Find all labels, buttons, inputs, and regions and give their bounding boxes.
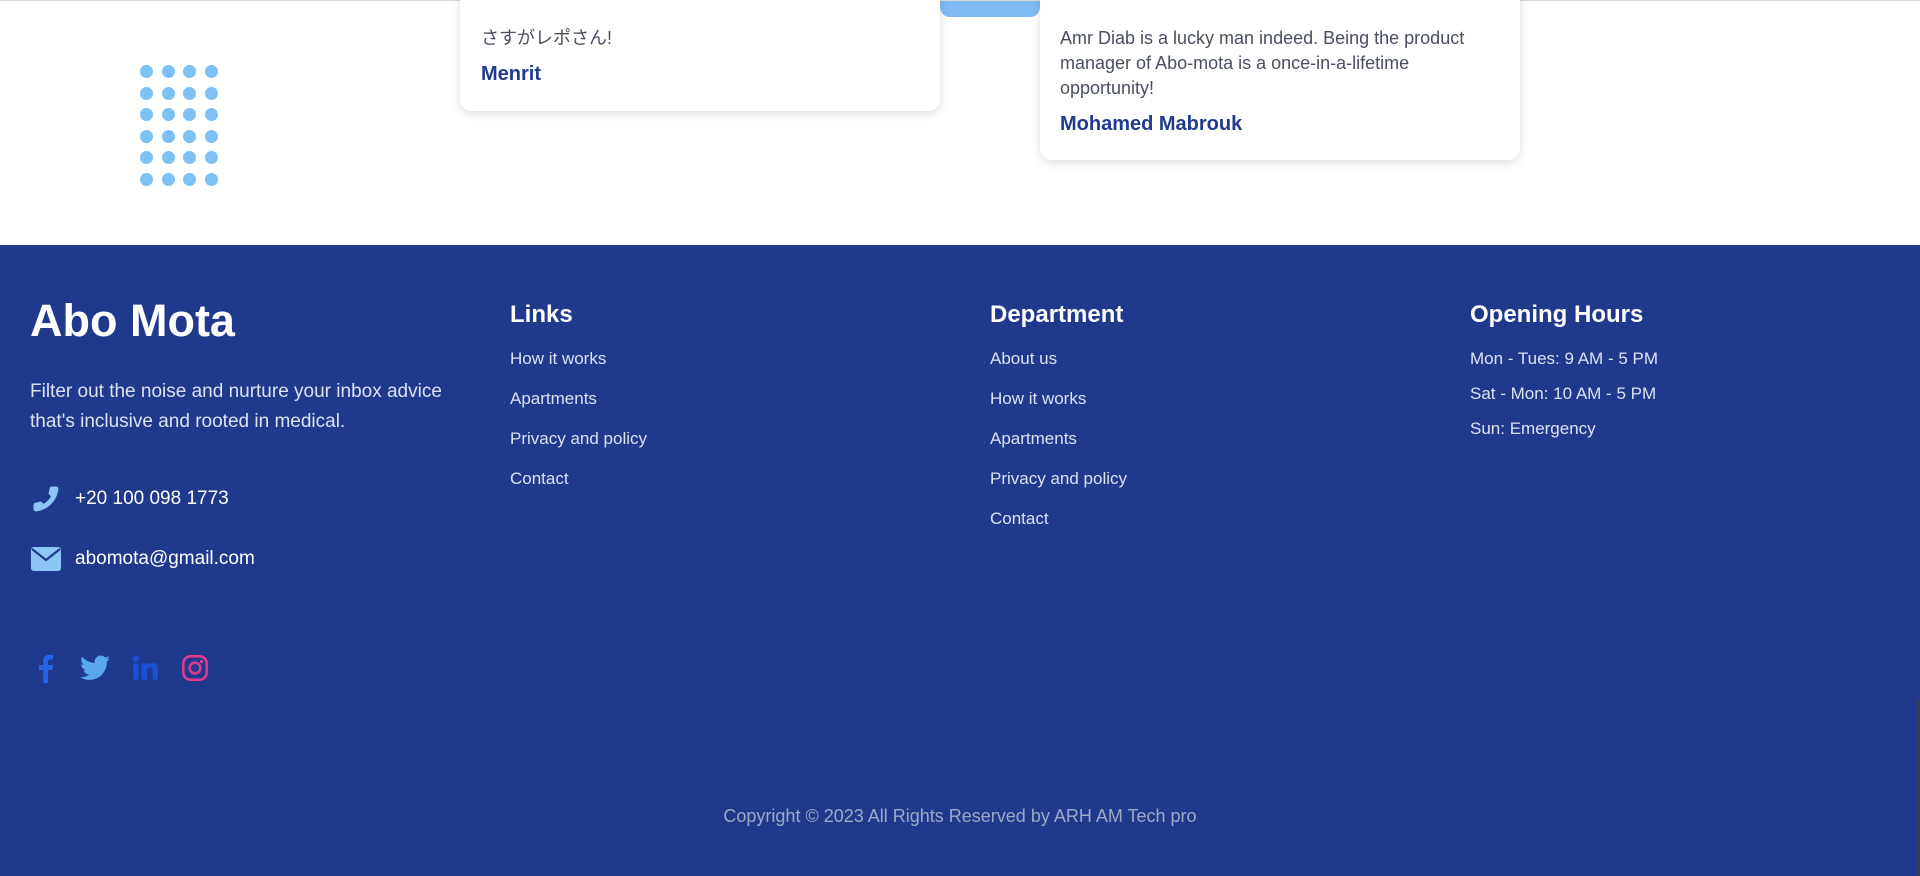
email-contact[interactable]: abomota@gmail.com	[30, 543, 255, 574]
decorative-blob	[940, 1, 1040, 17]
email-address: abomota@gmail.com	[75, 547, 255, 569]
testimonial-card: Amr Diab is a lucky man indeed. Being th…	[1040, 0, 1520, 160]
department-link[interactable]: About us	[990, 347, 1127, 387]
opening-hours-column: Opening Hours Mon - Tues: 9 AM - 5 PM Sa…	[1470, 301, 1658, 452]
department-link[interactable]: Apartments	[990, 427, 1127, 467]
department-title: Department	[990, 301, 1124, 328]
phone-number: +20 100 098 1773	[75, 487, 229, 509]
instagram-icon[interactable]	[180, 653, 210, 683]
testimonial-card: さすがレポさん! Menrit	[460, 0, 940, 111]
links-column: Links How it works Apartments Privacy an…	[510, 301, 647, 507]
footer-link[interactable]: How it works	[510, 347, 647, 387]
facebook-icon[interactable]	[30, 653, 60, 683]
footer-link[interactable]: Privacy and policy	[510, 427, 647, 467]
linkedin-icon[interactable]	[130, 653, 160, 683]
department-link[interactable]: Privacy and policy	[990, 467, 1127, 507]
copyright-text: Copyright © 2023 All Rights Reserved by …	[723, 806, 1197, 826]
department-link[interactable]: How it works	[990, 387, 1127, 427]
hours-entry: Mon - Tues: 9 AM - 5 PM	[1470, 349, 1659, 368]
social-links	[30, 653, 210, 683]
testimonial-author: Mohamed Mabrouk	[1060, 113, 1243, 135]
envelope-icon	[30, 543, 61, 574]
opening-hours-title: Opening Hours	[1470, 301, 1644, 328]
footer-tagline: Filter out the noise and nurture your in…	[30, 381, 442, 432]
dots-decoration	[140, 65, 218, 186]
site-footer: Abo Mota Filter out the noise and nurtur…	[0, 245, 1920, 876]
footer-link[interactable]: Apartments	[510, 387, 647, 427]
phone-icon	[30, 483, 61, 514]
testimonial-quote: さすがレポさん!	[481, 28, 613, 48]
footer-brand: Abo Mota	[30, 295, 235, 346]
testimonials-section: さすがレポさん! Menrit Amr Diab is a lucky man …	[0, 0, 1920, 245]
hours-entry: Sat - Mon: 10 AM - 5 PM	[1470, 384, 1657, 403]
footer-link[interactable]: Contact	[510, 467, 647, 507]
testimonial-quote: Amr Diab is a lucky man indeed. Being th…	[1060, 28, 1465, 98]
department-link[interactable]: Contact	[990, 507, 1127, 547]
department-column: Department About us How it works Apartme…	[990, 301, 1127, 547]
phone-contact[interactable]: +20 100 098 1773	[30, 483, 229, 514]
hours-entry: Sun: Emergency	[1470, 419, 1596, 438]
twitter-icon[interactable]	[80, 653, 110, 683]
testimonial-author: Menrit	[481, 63, 541, 85]
links-title: Links	[510, 301, 573, 328]
